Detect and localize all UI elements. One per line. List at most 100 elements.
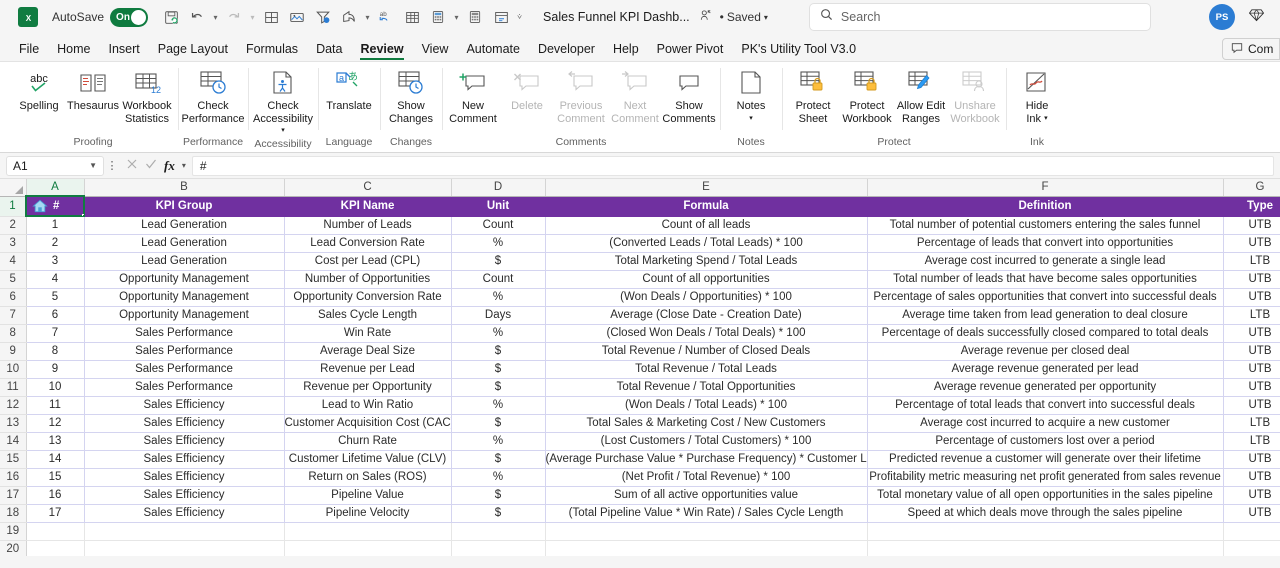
- comments-button[interactable]: Com: [1222, 38, 1280, 60]
- row-header-15[interactable]: 15: [0, 450, 27, 469]
- row-header-1[interactable]: 1: [0, 196, 27, 217]
- cell-empty[interactable]: [26, 522, 85, 541]
- cell-number[interactable]: 14: [26, 450, 85, 469]
- cell-definition[interactable]: Average cost incurred to generate a sing…: [867, 252, 1224, 271]
- autosave-toggle[interactable]: On: [110, 7, 149, 27]
- cell-unit[interactable]: $: [451, 486, 546, 505]
- cell-kpi-name[interactable]: Revenue per Opportunity: [284, 378, 452, 397]
- cancel-icon[interactable]: [126, 157, 138, 175]
- check-accessibility-button[interactable]: Check Accessibility ▾: [252, 66, 314, 138]
- cell-kpi-group[interactable]: Sales Efficiency: [84, 432, 285, 451]
- row-header-14[interactable]: 14: [0, 432, 27, 451]
- cell-type[interactable]: UTB: [1223, 270, 1280, 289]
- cell-unit[interactable]: $: [451, 504, 546, 523]
- saved-chevron-down-icon[interactable]: ▾: [764, 13, 768, 22]
- show-changes-button[interactable]: Show Changes: [384, 66, 438, 125]
- cell-number[interactable]: 7: [26, 324, 85, 343]
- cell-kpi-group[interactable]: Sales Performance: [84, 342, 285, 361]
- cell-unit[interactable]: $: [451, 414, 546, 433]
- cell-unit[interactable]: Count: [451, 270, 546, 289]
- cell-empty[interactable]: [1223, 522, 1280, 541]
- cell-type[interactable]: UTB: [1223, 378, 1280, 397]
- row-header-20[interactable]: 20: [0, 540, 27, 556]
- tab-home[interactable]: Home: [48, 40, 99, 61]
- cell-kpi-group[interactable]: Sales Performance: [84, 324, 285, 343]
- cell-empty[interactable]: [284, 540, 452, 556]
- share-chevron-down-icon[interactable]: ▾: [362, 4, 373, 30]
- cell-number[interactable]: 17: [26, 504, 85, 523]
- header-cell[interactable]: Type: [1223, 196, 1280, 217]
- row-header-17[interactable]: 17: [0, 486, 27, 505]
- cell-kpi-group[interactable]: Sales Efficiency: [84, 414, 285, 433]
- tab-developer[interactable]: Developer: [529, 40, 604, 61]
- cell-definition[interactable]: Average cost incurred to acquire a new c…: [867, 414, 1224, 433]
- cell-definition[interactable]: Total number of potential customers ente…: [867, 216, 1224, 235]
- header-cell[interactable]: Unit: [451, 196, 546, 217]
- cell-definition[interactable]: Percentage of deals successfully closed …: [867, 324, 1224, 343]
- cell-unit[interactable]: $: [451, 450, 546, 469]
- cell-kpi-name[interactable]: Cost per Lead (CPL): [284, 252, 452, 271]
- cell-number[interactable]: 4: [26, 270, 85, 289]
- cell-kpi-name[interactable]: Lead to Win Ratio: [284, 396, 452, 415]
- cell-definition[interactable]: Average revenue generated per opportunit…: [867, 378, 1224, 397]
- hide-ink-button[interactable]: Hide Ink ▾: [1010, 66, 1064, 125]
- cell-kpi-name[interactable]: Revenue per Lead: [284, 360, 452, 379]
- cell-formula[interactable]: (Closed Won Deals / Total Deals) * 100: [545, 324, 868, 343]
- cell-empty[interactable]: [84, 522, 285, 541]
- cell-kpi-name[interactable]: Opportunity Conversion Rate: [284, 288, 452, 307]
- protect-sheet-button[interactable]: Protect Sheet: [786, 66, 840, 125]
- column-header-b[interactable]: B: [84, 179, 285, 197]
- cell-unit[interactable]: Count: [451, 216, 546, 235]
- cell-kpi-name[interactable]: Lead Conversion Rate: [284, 234, 452, 253]
- row-header-3[interactable]: 3: [0, 234, 27, 253]
- column-header-a[interactable]: A: [26, 179, 85, 197]
- cell-empty[interactable]: [84, 540, 285, 556]
- cell-formula[interactable]: Sum of all active opportunities value: [545, 486, 868, 505]
- cell-unit[interactable]: $: [451, 252, 546, 271]
- cell-type[interactable]: LTB: [1223, 414, 1280, 433]
- workbook-statistics-button[interactable]: 123 Workbook Statistics: [120, 66, 174, 125]
- tab-pks-utility-tool[interactable]: PK's Utility Tool V3.0: [732, 40, 865, 61]
- undo-icon[interactable]: [184, 4, 210, 30]
- cell-definition[interactable]: Percentage of customers lost over a peri…: [867, 432, 1224, 451]
- cell-definition[interactable]: Predicted revenue a customer will genera…: [867, 450, 1224, 469]
- cell-number[interactable]: 16: [26, 486, 85, 505]
- row-header-19[interactable]: 19: [0, 522, 27, 541]
- cell-kpi-group[interactable]: Opportunity Management: [84, 270, 285, 289]
- tab-review[interactable]: Review: [351, 40, 412, 61]
- tab-automate[interactable]: Automate: [457, 40, 529, 61]
- cell-formula[interactable]: Total Sales & Marketing Cost / New Custo…: [545, 414, 868, 433]
- cell-unit[interactable]: %: [451, 468, 546, 487]
- cell-unit[interactable]: Days: [451, 306, 546, 325]
- cell-empty[interactable]: [545, 540, 868, 556]
- cell-definition[interactable]: Average revenue generated per lead: [867, 360, 1224, 379]
- cell-kpi-group[interactable]: Sales Efficiency: [84, 468, 285, 487]
- column-header-e[interactable]: E: [545, 179, 868, 197]
- table-icon[interactable]: [399, 4, 425, 30]
- search-input[interactable]: Search: [809, 4, 1150, 30]
- cell-empty[interactable]: [867, 522, 1224, 541]
- cell-kpi-group[interactable]: Opportunity Management: [84, 306, 285, 325]
- cell-type[interactable]: LTB: [1223, 306, 1280, 325]
- row-header-5[interactable]: 5: [0, 270, 27, 289]
- cell-definition[interactable]: Total number of leads that have become s…: [867, 270, 1224, 289]
- cell-kpi-group[interactable]: Lead Generation: [84, 216, 285, 235]
- cell-type[interactable]: UTB: [1223, 468, 1280, 487]
- cell-number[interactable]: 8: [26, 342, 85, 361]
- cell-type[interactable]: UTB: [1223, 216, 1280, 235]
- header-cell[interactable]: KPI Group: [84, 196, 285, 217]
- home-icon[interactable]: [32, 199, 48, 214]
- cell-definition[interactable]: Total monetary value of all open opportu…: [867, 486, 1224, 505]
- formula-chevron-down-icon[interactable]: ▾: [182, 161, 186, 170]
- borders-icon[interactable]: [258, 4, 284, 30]
- cell-kpi-name[interactable]: Win Rate: [284, 324, 452, 343]
- row-header-4[interactable]: 4: [0, 252, 27, 271]
- cell-formula[interactable]: Total Revenue / Number of Closed Deals: [545, 342, 868, 361]
- row-header-10[interactable]: 10: [0, 360, 27, 379]
- cell-empty[interactable]: [284, 522, 452, 541]
- spelling-button[interactable]: abc Spelling: [12, 66, 66, 113]
- tab-insert[interactable]: Insert: [100, 40, 149, 61]
- cell-number[interactable]: 5: [26, 288, 85, 307]
- cell-definition[interactable]: Average revenue per closed deal: [867, 342, 1224, 361]
- fx-icon[interactable]: fx: [164, 158, 175, 174]
